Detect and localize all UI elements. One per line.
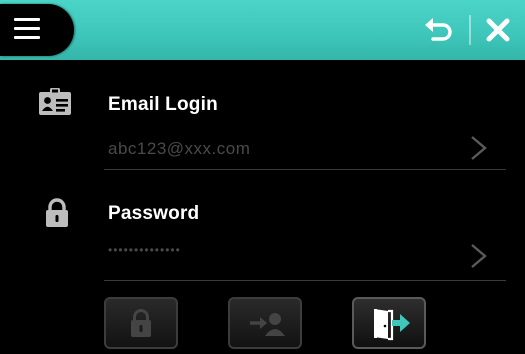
- chevron-right-icon[interactable]: [468, 241, 490, 271]
- chevron-right-icon[interactable]: [468, 133, 490, 163]
- logout-door-icon: [374, 309, 410, 341]
- logout-button[interactable]: [352, 297, 426, 349]
- top-bar: [0, 0, 525, 60]
- lock-button[interactable]: [104, 297, 178, 349]
- id-card-icon: [38, 88, 72, 121]
- lock-icon: [131, 309, 151, 337]
- user-login-button[interactable]: [228, 297, 302, 349]
- password-label: Password: [108, 203, 200, 224]
- password-divider: [104, 280, 506, 281]
- padlock-icon: [45, 198, 69, 233]
- close-x-icon[interactable]: [484, 16, 512, 44]
- back-undo-icon[interactable]: [422, 14, 456, 46]
- menu-button[interactable]: [0, 4, 74, 56]
- hamburger-menu-icon: [14, 18, 40, 40]
- email-field[interactable]: abc123@xxx.com: [108, 139, 250, 159]
- password-field[interactable]: ••••••••••••••: [108, 243, 181, 257]
- header-divider: [469, 15, 471, 45]
- email-login-label: Email Login: [108, 94, 218, 115]
- email-divider: [104, 169, 506, 170]
- user-login-icon: [250, 313, 285, 336]
